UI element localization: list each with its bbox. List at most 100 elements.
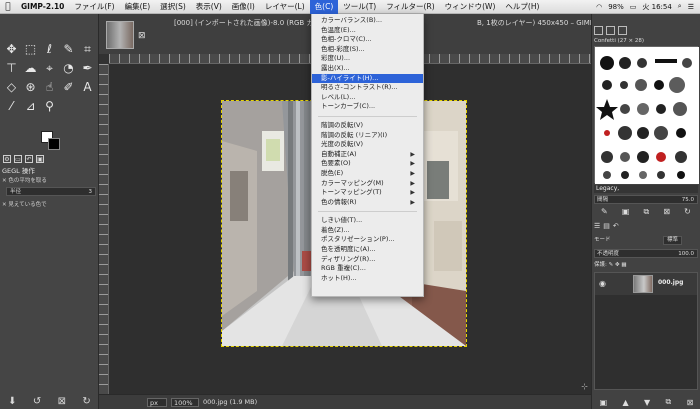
gegl-option-average[interactable]: ✕ 色の平均を取る	[2, 176, 47, 184]
menu-item-auto[interactable]: 自動補正(A) ▶	[312, 150, 423, 160]
smudge-icon[interactable]: ☝	[40, 78, 59, 97]
menu-item-hue-saturation[interactable]: 色相-彩度(S)...	[312, 45, 423, 55]
delete-brush-icon[interactable]: ⊠	[663, 207, 670, 217]
apple-icon[interactable]: 	[0, 2, 16, 12]
lock-position-icon[interactable]: ✥	[615, 262, 620, 268]
duplicate-layer-icon[interactable]: ⧉	[666, 397, 672, 407]
menu-item-desaturate[interactable]: 脱色(E) ▶	[312, 169, 423, 179]
menu-item-color-to-alpha[interactable]: 色を透明度に(A)...	[312, 245, 423, 255]
menu-colors[interactable]: 色(C)	[309, 0, 339, 14]
menu-select[interactable]: 選択(S)	[155, 0, 191, 14]
menu-item-threshold[interactable]: しきい値(T)...	[312, 216, 423, 226]
delete-preset-icon[interactable]: ⊠	[58, 396, 66, 407]
menu-file[interactable]: ファイル(F)	[69, 0, 119, 14]
raise-layer-icon[interactable]: ▲	[623, 398, 629, 407]
spacing-field[interactable]: 間隔 75.0	[594, 195, 698, 204]
menu-item-hot[interactable]: ホット(H)...	[312, 274, 423, 284]
image-tab-thumbnail[interactable]	[106, 21, 134, 49]
color-swatches[interactable]	[38, 128, 66, 154]
patterns-tab-icon[interactable]	[606, 26, 615, 35]
vertical-ruler[interactable]	[99, 64, 109, 394]
menu-item-info[interactable]: 色の情報(R) ▶	[312, 198, 423, 208]
paths-tab-icon[interactable]: ↶	[613, 222, 619, 232]
menu-item-exposure[interactable]: 露出(X)...	[312, 64, 423, 74]
radius-field[interactable]: 半径 3	[6, 187, 96, 196]
wifi-icon[interactable]: ◠	[596, 3, 602, 11]
layer-mode-select[interactable]: 標準	[662, 236, 682, 245]
color-picker-icon[interactable]: ⁄	[2, 97, 21, 116]
menu-item-shadows-highlights[interactable]: 影-ハイライト(H)...	[312, 73, 423, 84]
menu-list-icon[interactable]: ☰	[688, 3, 694, 11]
menu-layer[interactable]: レイヤー(L)	[260, 0, 310, 14]
move-tool-icon[interactable]: ✥	[2, 40, 21, 59]
menu-windows[interactable]: ウィンドウ(W)	[440, 0, 501, 14]
menu-view[interactable]: 表示(V)	[191, 0, 227, 14]
channels-tab-icon[interactable]: ▤	[603, 222, 610, 232]
clone-icon[interactable]: ⊛	[21, 78, 40, 97]
layers-tab-icon[interactable]: ☰	[594, 222, 600, 232]
rect-select-icon[interactable]: ⬚	[21, 40, 40, 59]
close-tab-icon[interactable]: ⊠	[138, 31, 146, 41]
handle-transform-icon[interactable]: ⌖	[40, 59, 59, 78]
images-tab-icon[interactable]: ▣	[36, 155, 44, 163]
unified-transform-icon[interactable]: ⊤	[2, 59, 21, 78]
menu-image[interactable]: 画像(I)	[227, 0, 260, 14]
paintbrush-icon[interactable]: ✒	[78, 59, 97, 78]
brush-grid[interactable]	[594, 46, 699, 184]
fuzzy-select-icon[interactable]: ✎	[59, 40, 78, 59]
opacity-field[interactable]: 不透明度 100.0	[594, 249, 698, 258]
menu-item-linear-invert[interactable]: 階調の反転 (リニア)(I)	[312, 131, 423, 141]
menu-item-rgb-clip[interactable]: RGB 重複(C)...	[312, 264, 423, 274]
new-brush-icon[interactable]: ▣	[622, 207, 630, 217]
search-icon[interactable]: ⌕	[678, 2, 682, 11]
path-icon[interactable]: ✐	[59, 78, 78, 97]
navigate-icon[interactable]: ⊹	[581, 382, 588, 391]
menu-item-brightness-contrast[interactable]: 明るさ-コントラスト(R)...	[312, 83, 423, 93]
refresh-brush-icon[interactable]: ↻	[684, 207, 691, 217]
save-preset-icon[interactable]: ⬇	[8, 396, 16, 407]
restore-preset-icon[interactable]: ↺	[33, 396, 41, 407]
menu-item-value-invert[interactable]: 光度の反転(V)	[312, 140, 423, 150]
brush-preset-label[interactable]: Legacy,	[594, 185, 698, 193]
visibility-eye-icon[interactable]: ◉	[599, 279, 606, 288]
brushes-tab-icon[interactable]	[594, 26, 603, 35]
warp-icon[interactable]: ☁	[21, 59, 40, 78]
battery-icon[interactable]: ▭	[630, 3, 637, 11]
gegl-option-visible[interactable]: ✕ 見えている色で	[2, 200, 47, 208]
zoom-icon[interactable]: ⚲	[40, 97, 59, 116]
menu-item-posterize[interactable]: ポスタリゼーション(P)...	[312, 235, 423, 245]
new-layer-icon[interactable]: ▣	[600, 398, 608, 407]
fonts-tab-icon[interactable]	[618, 26, 627, 35]
edit-brush-icon[interactable]: ✎	[601, 207, 608, 217]
menu-item-dither[interactable]: ディザリング(R)...	[312, 255, 423, 265]
lower-layer-icon[interactable]: ▼	[644, 398, 650, 407]
lasso-icon[interactable]: ℓ	[40, 40, 59, 59]
undo-history-tab-icon[interactable]: ↶	[25, 155, 33, 163]
reset-icon[interactable]: ↻	[82, 396, 90, 407]
measure-icon[interactable]: ⊿	[21, 97, 40, 116]
layer-name[interactable]: 000.jpg	[658, 279, 683, 286]
menu-item-color-temperature[interactable]: 色温度(E)...	[312, 26, 423, 36]
delete-layer-icon[interactable]: ⊠	[687, 398, 694, 407]
background-color[interactable]	[48, 138, 60, 150]
crop-icon[interactable]: ⌗	[78, 40, 97, 59]
menu-item-components[interactable]: 色要素(O) ▶	[312, 159, 423, 169]
menu-app[interactable]: GIMP-2.10	[16, 0, 69, 14]
menu-tools[interactable]: ツール(T)	[338, 0, 381, 14]
tool-options-tab-icon[interactable]: ⚙	[3, 155, 11, 163]
menu-help[interactable]: ヘルプ(H)	[500, 0, 544, 14]
duplicate-brush-icon[interactable]: ⧉	[644, 207, 650, 217]
device-status-tab-icon[interactable]: ▭	[14, 155, 22, 163]
menu-item-saturation[interactable]: 彩度(U)...	[312, 54, 423, 64]
text-icon[interactable]: A	[78, 78, 97, 97]
menu-item-invert[interactable]: 階調の反転(V)	[312, 121, 423, 131]
menu-item-map[interactable]: カラーマッピング(M) ▶	[312, 179, 423, 189]
clock[interactable]: 火 16:54	[642, 2, 671, 12]
zoom-select[interactable]: 100%	[171, 398, 199, 407]
menu-item-curves[interactable]: トーンカーブ(C)...	[312, 102, 423, 112]
menu-item-tone-mapping[interactable]: トーンマッピング(T) ▶	[312, 188, 423, 198]
eraser-icon[interactable]: ◇	[2, 78, 21, 97]
menu-filters[interactable]: フィルター(R)	[381, 0, 439, 14]
lock-pixels-icon[interactable]: ✎	[609, 262, 614, 268]
menu-item-color-balance[interactable]: カラーバランス(B)...	[312, 16, 423, 26]
